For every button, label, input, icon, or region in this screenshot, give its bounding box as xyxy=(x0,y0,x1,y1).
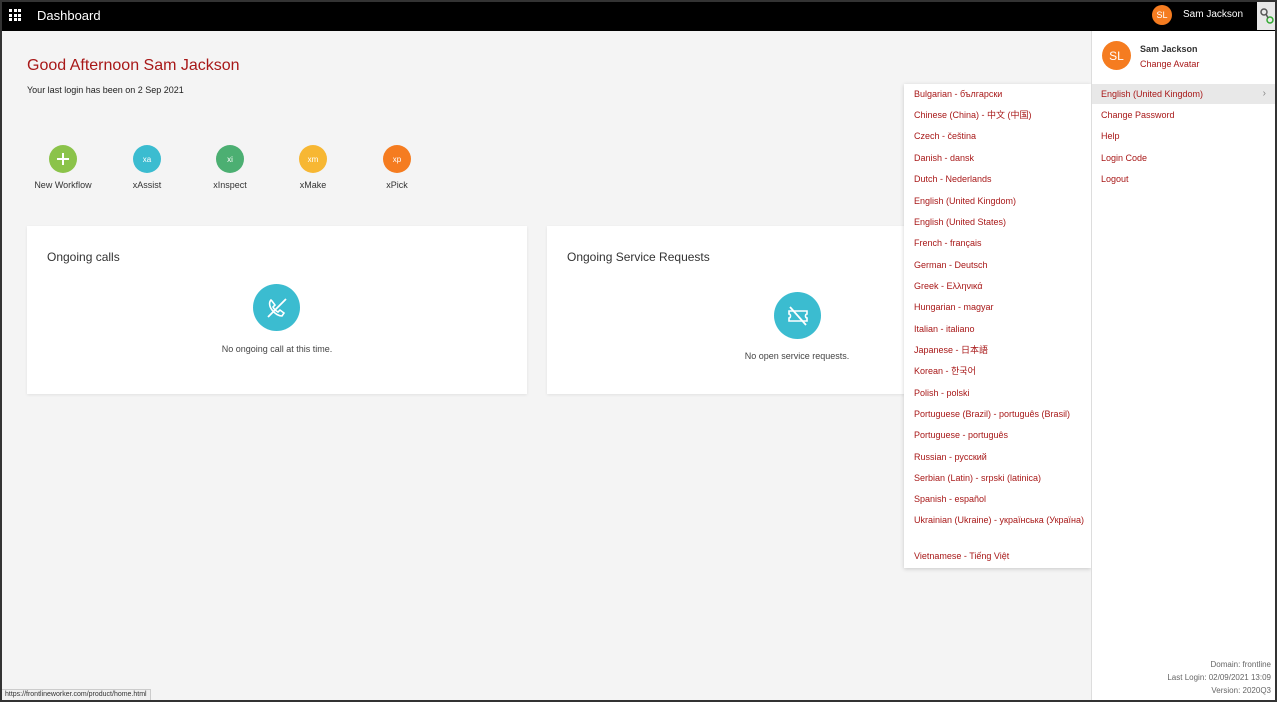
connection-icon[interactable] xyxy=(1257,2,1277,30)
logout-link[interactable]: Logout xyxy=(1101,174,1129,184)
language-option[interactable]: Spanish - español xyxy=(914,492,1086,507)
new-workflow-app[interactable]: New Workflow xyxy=(23,145,103,190)
ongoing-calls-card: Ongoing calls No ongoing call at this ti… xyxy=(27,226,527,394)
last-login-footer: Last Login: 02/09/2021 13:09 xyxy=(1167,673,1271,682)
language-option[interactable]: Bulgarian - български xyxy=(914,87,1086,102)
app-label: xPick xyxy=(386,180,408,190)
xmake-icon: xm xyxy=(299,145,327,173)
domain-text: Domain: frontline xyxy=(1210,660,1271,669)
app-label: xMake xyxy=(299,180,327,190)
user-panel: SL Sam Jackson Change Avatar English (Un… xyxy=(1091,31,1276,700)
greeting-heading: Good Afternoon Sam Jackson xyxy=(27,57,240,74)
login-code-link[interactable]: Login Code xyxy=(1101,153,1147,163)
xpick-icon: xp xyxy=(383,145,411,173)
language-selector[interactable]: English (United Kingdom) › xyxy=(1092,84,1276,104)
user-avatar[interactable]: SL xyxy=(1152,5,1172,25)
app-badge: xm xyxy=(307,154,319,164)
xassist-icon: xa xyxy=(133,145,161,173)
language-option[interactable]: Portuguese - português xyxy=(914,428,1086,443)
app-badge: xp xyxy=(392,154,402,164)
top-bar: Dashboard SL Sam Jackson xyxy=(0,0,1277,31)
xmake-app[interactable]: xm xMake xyxy=(273,145,353,190)
card-title: Ongoing Service Requests xyxy=(567,250,710,264)
language-option[interactable]: Vietnamese - Tiếng Việt xyxy=(914,549,1086,564)
change-password-link[interactable]: Change Password xyxy=(1101,110,1175,120)
chevron-right-icon: › xyxy=(1262,88,1266,99)
language-option[interactable]: French - français xyxy=(914,236,1086,251)
no-ticket-icon xyxy=(774,292,821,339)
language-option[interactable]: Portuguese (Brazil) - português (Brasil) xyxy=(914,407,1086,422)
last-login-text: Your last login has been on 2 Sep 2021 xyxy=(27,85,184,95)
page-title: Dashboard xyxy=(37,8,101,23)
version-text: Version: 2020Q3 xyxy=(1211,686,1271,695)
card-title: Ongoing calls xyxy=(47,250,120,264)
language-option[interactable]: Czech - čeština xyxy=(914,129,1086,144)
language-option[interactable]: Italian - italiano xyxy=(914,322,1086,337)
language-option[interactable]: Hungarian - magyar xyxy=(914,300,1086,315)
xinspect-icon: xi xyxy=(216,145,244,173)
language-option[interactable]: Serbian (Latin) - srpski (latinica) xyxy=(914,471,1086,486)
empty-state-text: No ongoing call at this time. xyxy=(221,344,333,354)
xinspect-app[interactable]: xi xInspect xyxy=(190,145,270,190)
app-label: xAssist xyxy=(132,180,162,190)
current-language: English (United Kingdom) xyxy=(1101,89,1204,99)
language-option[interactable]: Chinese (China) - 中文 (中国) xyxy=(914,108,1086,123)
app-grid-icon[interactable] xyxy=(9,9,21,21)
language-option[interactable]: Dutch - Nederlands xyxy=(914,172,1086,187)
app-badge: xa xyxy=(142,154,152,164)
language-option[interactable]: Polish - polski xyxy=(914,386,1086,401)
language-option[interactable]: Russian - русский xyxy=(914,450,1086,465)
xpick-app[interactable]: xp xPick xyxy=(357,145,437,190)
language-menu: Bulgarian - български Chinese (China) - … xyxy=(904,84,1091,568)
language-option[interactable]: English (United Kingdom) xyxy=(914,194,1086,209)
app-label: xInspect xyxy=(213,180,247,190)
no-call-icon xyxy=(253,284,300,331)
language-option[interactable]: Ukrainian (Ukraine) - українська (Україн… xyxy=(914,513,1086,528)
empty-state-text: No open service requests. xyxy=(744,351,850,361)
service-requests-card: Ongoing Service Requests No open service… xyxy=(547,226,907,394)
panel-avatar[interactable]: SL xyxy=(1102,41,1131,70)
language-option[interactable]: German - Deutsch xyxy=(914,258,1086,273)
xassist-app[interactable]: xa xAssist xyxy=(107,145,187,190)
help-link[interactable]: Help xyxy=(1101,131,1120,141)
language-option[interactable]: Korean - 한국어 xyxy=(914,364,1086,379)
language-option[interactable]: Danish - dansk xyxy=(914,151,1086,166)
panel-user-name: Sam Jackson xyxy=(1140,44,1198,54)
language-option[interactable]: Greek - Ελληνικά xyxy=(914,279,1086,294)
user-name[interactable]: Sam Jackson xyxy=(1183,9,1243,20)
plus-icon xyxy=(49,145,77,173)
language-option[interactable]: Japanese - 日本語 xyxy=(914,343,1086,358)
app-label: New Workflow xyxy=(34,180,92,190)
language-option[interactable]: English (United States) xyxy=(914,215,1086,230)
status-bar-url: https://frontlineworker.com/product/home… xyxy=(2,689,151,700)
change-avatar-link[interactable]: Change Avatar xyxy=(1140,59,1199,69)
app-badge: xi xyxy=(227,154,233,164)
